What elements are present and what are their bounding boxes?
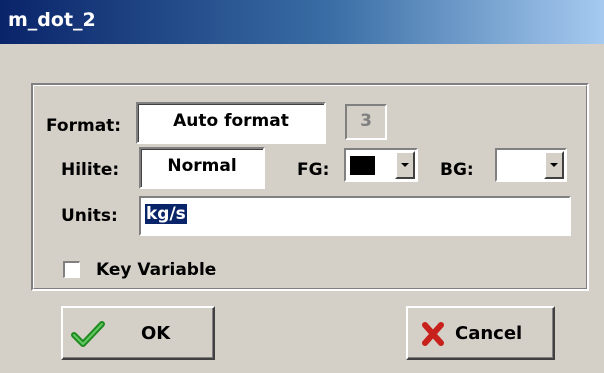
check-icon bbox=[71, 321, 105, 347]
units-input[interactable]: kg/s bbox=[139, 196, 571, 236]
fg-color-combo[interactable] bbox=[344, 148, 418, 182]
fg-color-swatch bbox=[350, 156, 375, 175]
window-title: m_dot_2 bbox=[8, 9, 96, 31]
format-field[interactable]: Auto format bbox=[136, 102, 326, 144]
bg-label: BG: bbox=[440, 160, 474, 180]
digits-field: 3 bbox=[345, 104, 387, 140]
close-icon bbox=[422, 322, 444, 346]
cancel-label: Cancel bbox=[455, 323, 523, 344]
key-variable-checkbox[interactable] bbox=[63, 261, 80, 278]
key-variable-label: Key Variable bbox=[96, 260, 217, 280]
chevron-down-icon[interactable] bbox=[395, 151, 415, 179]
hilite-label: Hilite: bbox=[61, 160, 120, 180]
units-label: Units: bbox=[61, 206, 118, 226]
cancel-button[interactable]: Cancel bbox=[406, 306, 555, 360]
bg-color-combo[interactable] bbox=[495, 148, 567, 182]
chevron-down-icon[interactable] bbox=[544, 151, 564, 179]
title-bar[interactable]: m_dot_2 bbox=[0, 0, 604, 44]
units-value: kg/s bbox=[145, 204, 187, 224]
fg-label: FG: bbox=[297, 160, 330, 180]
format-label: Format: bbox=[46, 116, 122, 136]
ok-button[interactable]: OK bbox=[61, 306, 215, 360]
ok-label: OK bbox=[141, 323, 171, 344]
bg-color-swatch bbox=[501, 156, 526, 175]
hilite-field[interactable]: Normal bbox=[139, 147, 265, 189]
